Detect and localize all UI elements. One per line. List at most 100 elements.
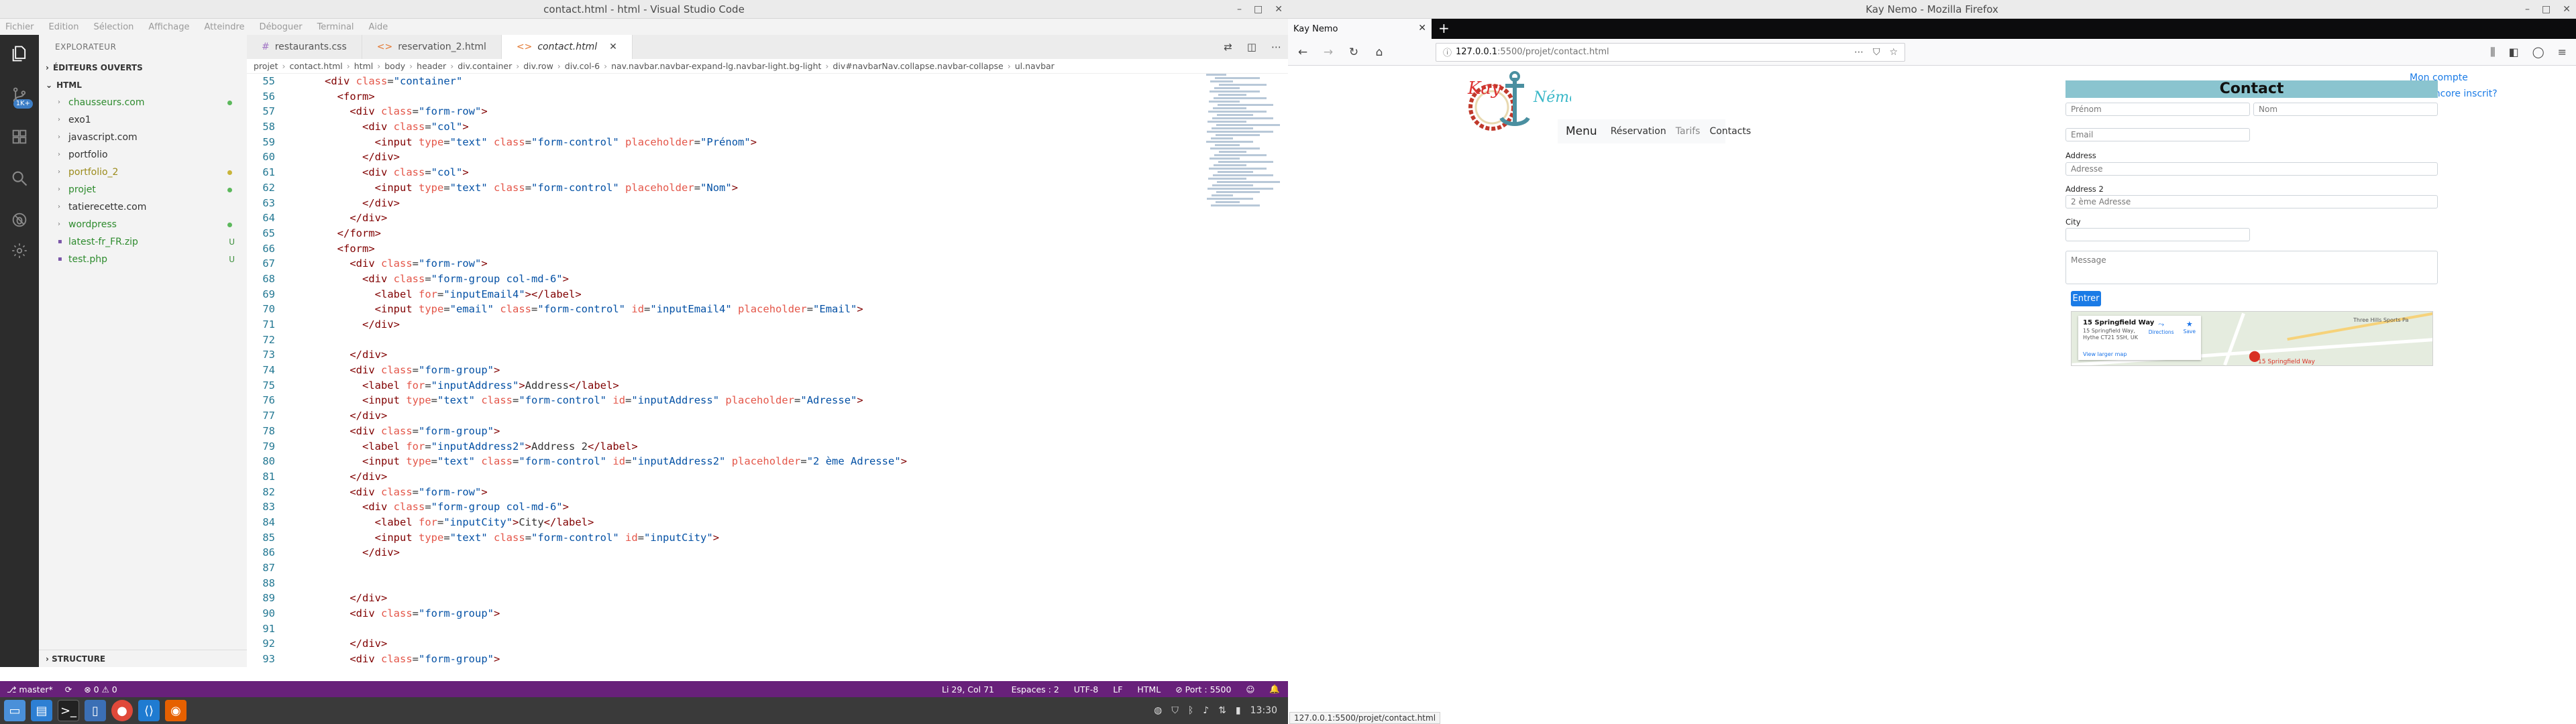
breadcrumb-item[interactable]: header <box>417 61 446 71</box>
show-desktop-icon[interactable]: ▭ <box>4 700 25 721</box>
more-actions-icon[interactable]: ⋯ <box>1271 41 1281 53</box>
chrome-icon[interactable]: ● <box>111 700 133 721</box>
language-mode[interactable]: HTML <box>1137 684 1161 695</box>
menu-edition[interactable]: Edition <box>49 22 79 32</box>
save-button[interactable]: ★ Save <box>2184 320 2196 335</box>
explorer-folder[interactable]: › wordpress <box>39 216 247 233</box>
lastname-input[interactable]: Nom <box>2253 103 2438 116</box>
problems-indicator[interactable]: ⊗ 0 ⚠ 0 <box>84 684 117 695</box>
network-icon[interactable]: ⇅ <box>1218 705 1226 716</box>
close-icon[interactable]: ✕ <box>2563 4 2571 15</box>
close-tab-icon[interactable]: ✕ <box>1418 23 1426 34</box>
forward-icon[interactable]: → <box>1319 43 1338 62</box>
breadcrumb-item[interactable]: html <box>354 61 373 71</box>
code-editor[interactable]: 55 <div class="container" 56 <form> 57 <di… <box>247 74 1201 667</box>
breadcrumb-item[interactable]: nav.navbar.navbar-expand-lg.navbar-light… <box>611 61 821 71</box>
url-bar[interactable]: ⓘ 127.0.0.1:5500/projet/contact.html ⋯ ⛉… <box>1436 42 1905 62</box>
shield-icon[interactable]: ⛉ <box>1171 705 1179 716</box>
nav-link[interactable]: Contacts <box>1709 126 1751 137</box>
minimap[interactable] <box>1206 74 1280 275</box>
firstname-input[interactable]: Prénom <box>2065 103 2250 116</box>
sync-icon[interactable]: ⟳ <box>65 684 72 695</box>
close-tab-icon[interactable]: ✕ <box>609 42 617 52</box>
menu-terminal[interactable]: Terminal <box>317 22 354 32</box>
breadcrumb-item[interactable]: ul.navbar <box>1015 61 1055 71</box>
breadcrumb-item[interactable]: projet <box>254 61 278 71</box>
explorer-file[interactable]: ▪ latest-fr_FR.zip U <box>39 233 247 251</box>
workspace-root[interactable]: ⌄ HTML <box>39 76 247 94</box>
indentation[interactable]: Espaces : 2 <box>1012 684 1059 695</box>
city-input[interactable] <box>2065 228 2250 241</box>
submit-button[interactable]: Entrer <box>2071 291 2101 306</box>
address2-input[interactable]: 2 ème Adresse <box>2065 195 2438 208</box>
nav-brand[interactable]: Menu <box>1566 125 1597 138</box>
debug-icon[interactable] <box>9 209 30 231</box>
live-server-port[interactable]: ⊘ Port : 5500 <box>1175 684 1231 695</box>
clock[interactable]: 13:30 <box>1250 705 1277 716</box>
discord-icon[interactable]: ◍ <box>1154 705 1162 716</box>
bookmark-star-icon[interactable]: ☆ <box>1889 47 1898 58</box>
encoding[interactable]: UTF-8 <box>1074 684 1098 695</box>
editor-tab[interactable]: <> contact.html ✕ <box>501 35 633 59</box>
minimize-icon[interactable]: – <box>1237 4 1242 15</box>
split-editor-icon[interactable]: ◫ <box>1247 41 1256 53</box>
home-icon[interactable]: ⌂ <box>1370 43 1389 62</box>
email-input[interactable]: Email <box>2065 128 2250 141</box>
firefox-taskbar-icon[interactable]: ◉ <box>165 700 186 721</box>
sidebar-toggle-icon[interactable]: ◧ <box>2509 46 2519 59</box>
cursor-position[interactable]: Li 29, Col 71 <box>942 684 994 695</box>
explorer-file[interactable]: ▪ test.php U <box>39 251 247 268</box>
menu-atteindre[interactable]: Atteindre <box>204 22 244 32</box>
menu-fichier[interactable]: Fichier <box>5 22 34 32</box>
reload-icon[interactable]: ↻ <box>1344 43 1363 62</box>
source-control-icon[interactable]: 1K+ <box>9 84 33 109</box>
settings-gear-icon[interactable] <box>9 240 30 261</box>
directions-button[interactable]: ⤳ Directions <box>2149 320 2174 335</box>
message-textarea[interactable]: Message <box>2065 251 2438 284</box>
explorer-folder[interactable]: › tatierecette.com <box>39 198 247 216</box>
explorer-folder[interactable]: › projet <box>39 181 247 198</box>
library-icon[interactable]: ⫼ <box>2490 46 2495 59</box>
extensions-icon[interactable] <box>9 126 30 147</box>
vscode-titlebar[interactable]: contact.html - html - Visual Studio Code… <box>0 0 1288 19</box>
maximize-icon[interactable]: □ <box>2542 4 2551 15</box>
open-changes-icon[interactable]: ⇄ <box>1224 41 1232 53</box>
explorer-folder[interactable]: › chausseurs.com <box>39 94 247 111</box>
back-icon[interactable]: ← <box>1293 43 1312 62</box>
editor-tab[interactable]: # restaurants.css <box>247 35 362 59</box>
feedback-icon[interactable]: ☺ <box>1246 684 1254 695</box>
pocket-icon[interactable]: ⛉ <box>1873 47 1880 58</box>
view-larger-map-link[interactable]: View larger map <box>2083 351 2127 357</box>
breadcrumb-item[interactable]: div.col-6 <box>565 61 600 71</box>
breadcrumb-item[interactable]: div.container <box>458 61 512 71</box>
close-icon[interactable]: ✕ <box>1275 4 1283 15</box>
menu-selection[interactable]: Sélection <box>93 22 133 32</box>
battery-icon[interactable]: ▮ <box>1236 705 1241 716</box>
account-icon[interactable]: ◯ <box>2532 46 2544 59</box>
folder-icon[interactable]: ▯ <box>85 700 106 721</box>
hamburger-menu-icon[interactable]: ≡ <box>2558 46 2567 59</box>
volume-icon[interactable]: ♪ <box>1203 705 1209 716</box>
explorer-folder[interactable]: › javascript.com <box>39 129 247 146</box>
vscode-taskbar-icon[interactable]: ⟨⟩ <box>138 700 160 721</box>
explorer-icon[interactable] <box>9 43 30 64</box>
embedded-map[interactable]: Three Hills Sports Pa ⬤ 15 Springfield W… <box>2071 311 2433 366</box>
open-editors-section[interactable]: › ÉDITEURS OUVERTS <box>39 59 247 76</box>
minimize-icon[interactable]: – <box>2525 4 2530 15</box>
firefox-titlebar[interactable]: Kay Nemo - Mozilla Firefox – □ ✕ <box>1288 0 2576 19</box>
terminal-icon[interactable]: >_ <box>58 700 79 721</box>
bluetooth-icon[interactable]: ᛒ <box>1188 705 1193 716</box>
breadcrumb-item[interactable]: contact.html <box>290 61 343 71</box>
breadcrumb-item[interactable]: div.row <box>523 61 553 71</box>
structure-section[interactable]: › STRUCTURE <box>39 650 247 667</box>
explorer-folder[interactable]: › portfolio_2 <box>39 164 247 181</box>
editor-tab[interactable]: <> reservation_2.html <box>362 35 502 59</box>
nav-link[interactable]: Tarifs <box>1676 126 1701 137</box>
menu-affichage[interactable]: Affichage <box>148 22 189 32</box>
new-tab-icon[interactable]: + <box>1432 19 1456 39</box>
file-manager-icon[interactable]: ▤ <box>31 700 52 721</box>
menu-deboguer[interactable]: Déboguer <box>260 22 303 32</box>
branch-indicator[interactable]: ⎇ master* <box>7 684 53 695</box>
page-actions-icon[interactable]: ⋯ <box>1854 47 1864 58</box>
end-of-line[interactable]: LF <box>1113 684 1122 695</box>
